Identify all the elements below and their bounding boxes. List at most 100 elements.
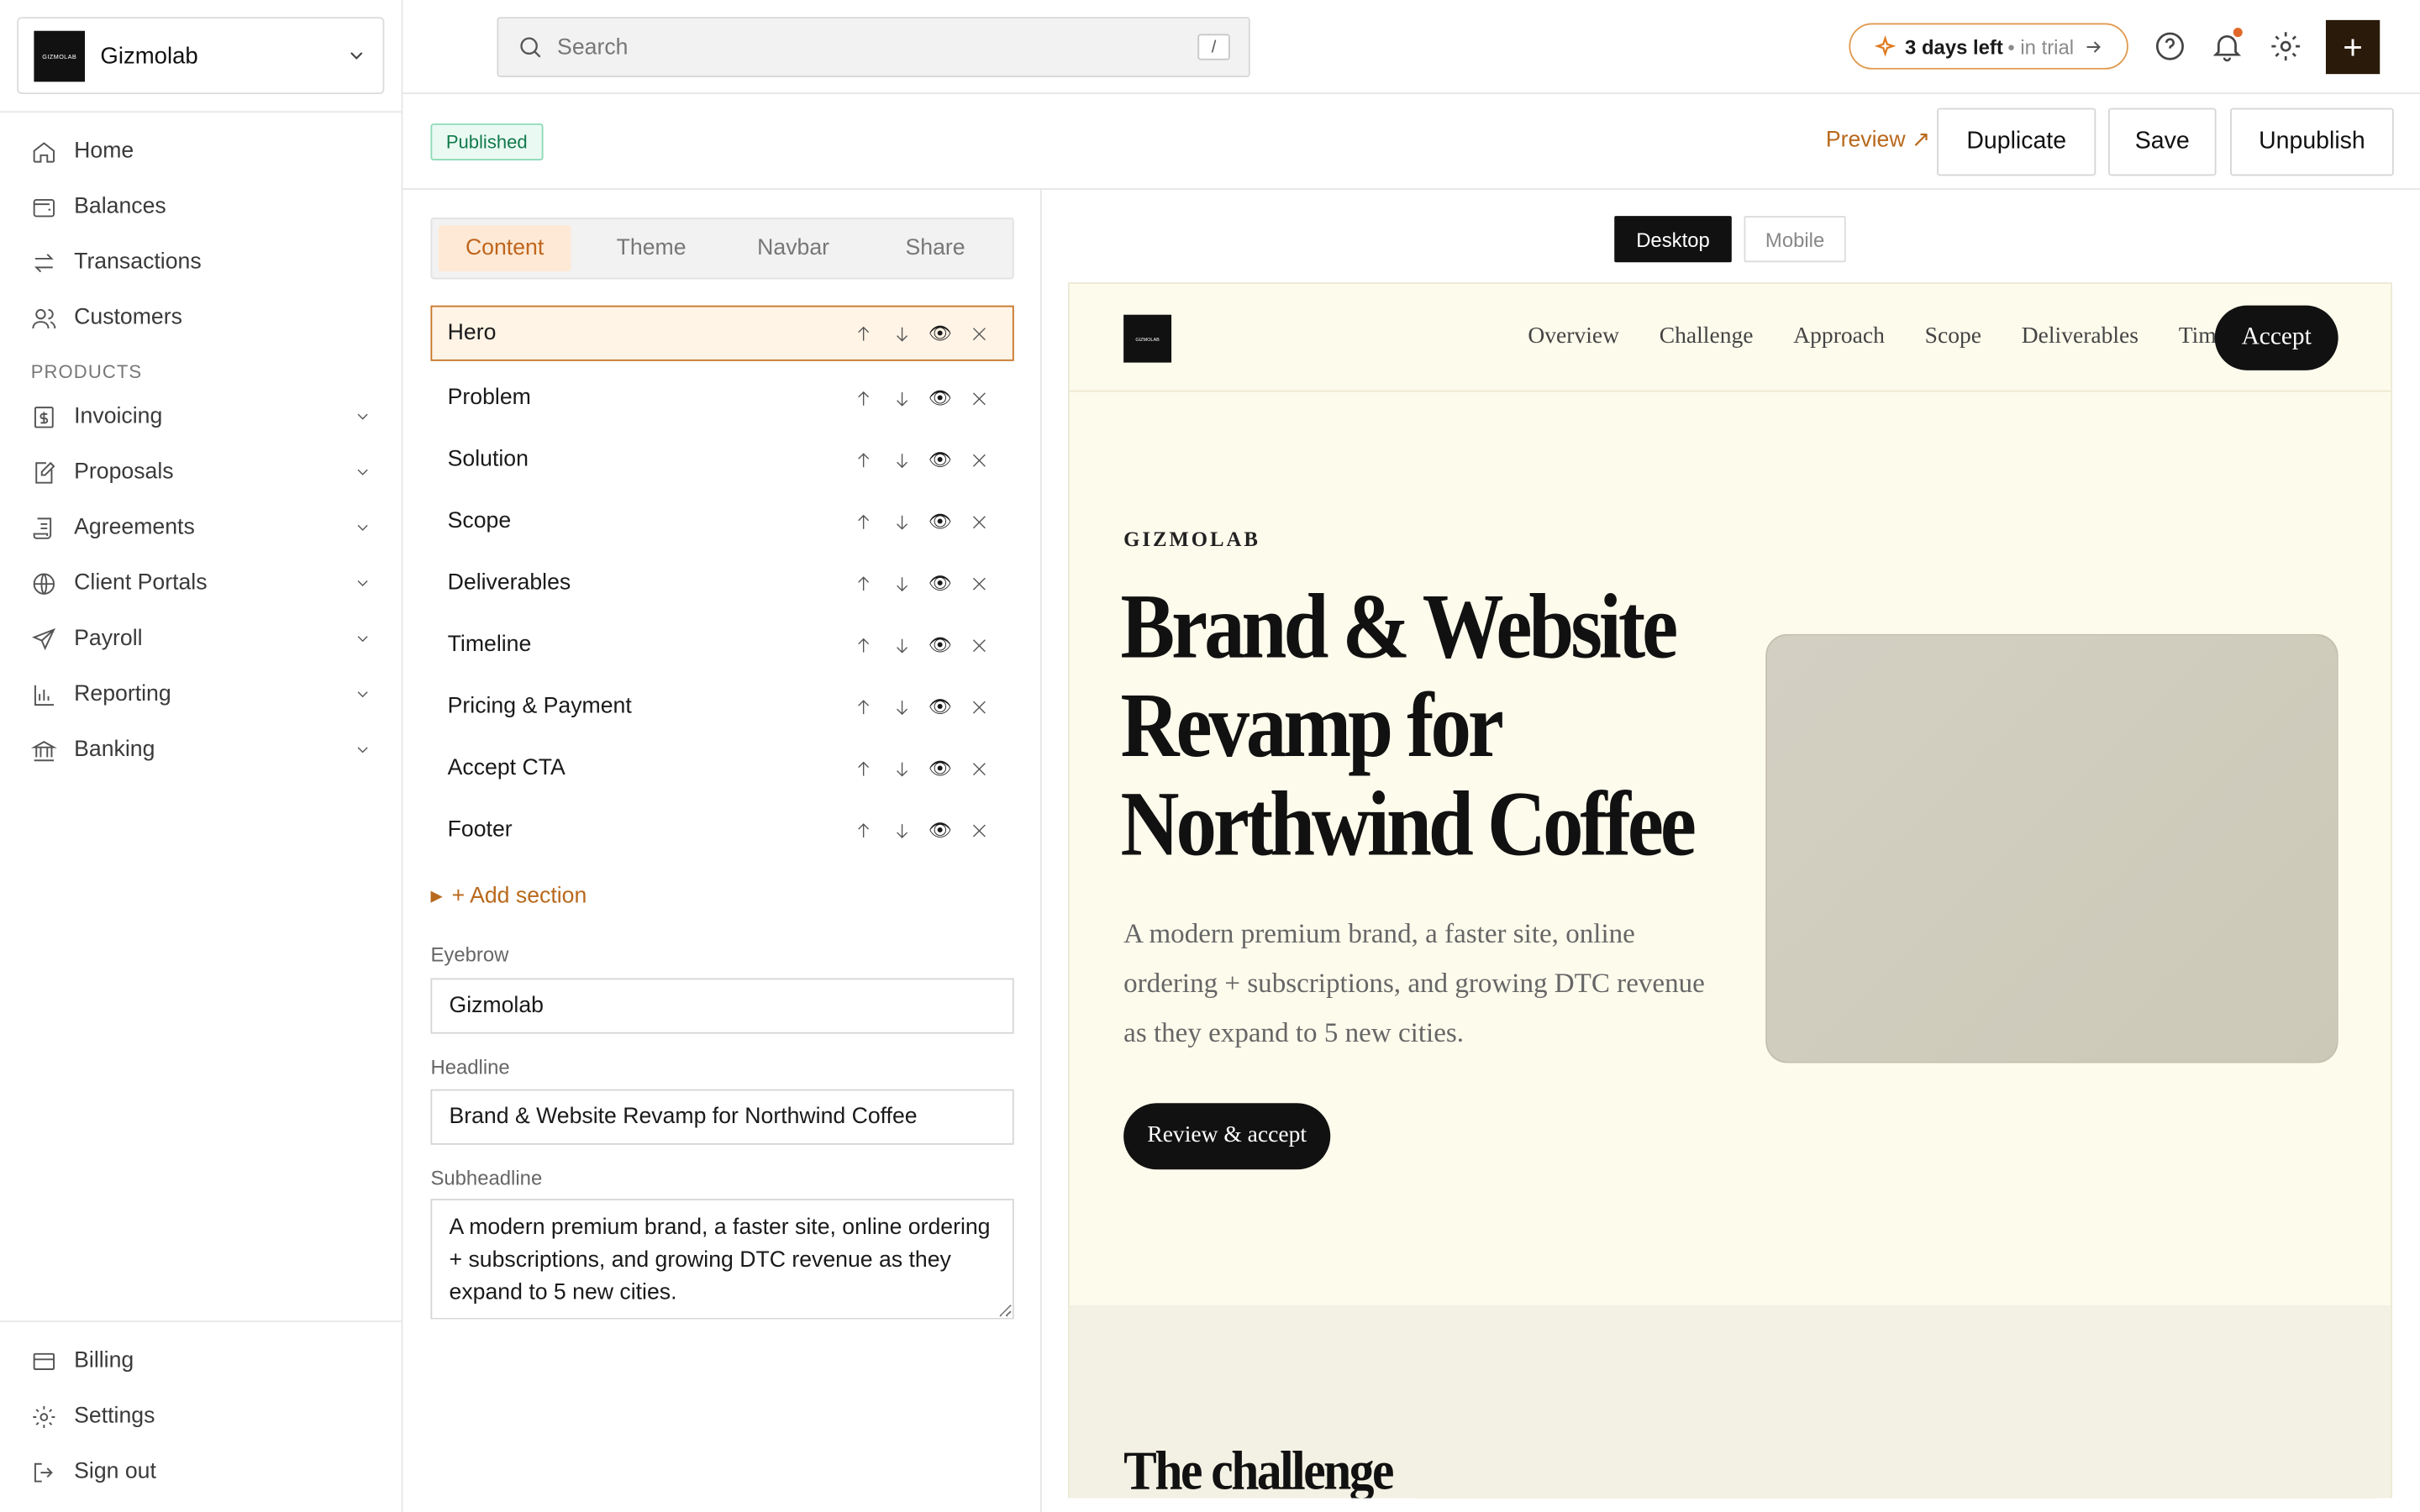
add-section-button[interactable]: ▶ + Add section <box>430 884 587 908</box>
remove-section-button[interactable] <box>960 811 997 848</box>
move-down-button[interactable] <box>883 315 920 352</box>
remove-section-button[interactable] <box>960 750 997 787</box>
eyebrow-input[interactable] <box>430 978 1014 1034</box>
sidebar-item-transactions[interactable]: Transactions <box>0 234 402 290</box>
notifications-button[interactable] <box>2210 28 2244 63</box>
arrow-up-icon <box>857 822 869 837</box>
visibility-toggle[interactable]: 👁 <box>922 564 959 601</box>
remove-section-button[interactable] <box>960 380 997 417</box>
visibility-toggle[interactable]: 👁 <box>922 315 959 352</box>
tab-share[interactable]: Share <box>865 225 1007 271</box>
visibility-toggle[interactable]: 👁 <box>922 811 959 848</box>
editor-toolbar: Published Preview ↗ Duplicate Save Unpub… <box>402 94 2420 190</box>
preview-link[interactable]: Preview ↗ <box>1826 128 1930 152</box>
remove-section-button[interactable] <box>960 503 997 540</box>
headline-input[interactable] <box>430 1089 1014 1145</box>
section-row[interactable]: Solution 👁 <box>430 429 1013 491</box>
preview-nav-link[interactable]: Approach <box>1793 324 1885 350</box>
move-up-button[interactable] <box>844 503 881 540</box>
save-button[interactable]: Save <box>2107 108 2217 176</box>
move-up-button[interactable] <box>844 627 881 664</box>
move-up-button[interactable] <box>844 380 881 417</box>
unpublish-button[interactable]: Unpublish <box>2230 108 2394 176</box>
section-row[interactable]: Pricing & Payment 👁 <box>430 675 1013 737</box>
desktop-toggle[interactable]: Desktop <box>1614 216 1732 263</box>
sidebar-item-balances[interactable]: Balances <box>0 179 402 234</box>
sidebar-item-proposals[interactable]: Proposals <box>0 444 402 500</box>
preview-nav-link[interactable]: Deliverables <box>2022 324 2139 350</box>
remove-section-button[interactable] <box>960 315 997 352</box>
sidebar-item-banking[interactable]: Banking <box>0 722 402 778</box>
move-down-button[interactable] <box>883 380 920 417</box>
section-row[interactable]: Scope 👁 <box>430 491 1013 552</box>
mobile-toggle[interactable]: Mobile <box>1744 216 1846 263</box>
section-row[interactable]: Hero 👁 <box>430 305 1014 361</box>
section-row[interactable]: Problem 👁 <box>430 367 1013 428</box>
preview-accept-button[interactable]: Accept <box>2214 305 2338 370</box>
visibility-toggle[interactable]: 👁 <box>922 380 959 417</box>
move-up-button[interactable] <box>844 750 881 787</box>
section-row[interactable]: Accept CTA 👁 <box>430 738 1013 799</box>
hero-image-placeholder <box>1765 633 2338 1063</box>
subheadline-textarea[interactable]: A modern premium brand, a faster site, o… <box>430 1199 1014 1320</box>
sidebar-item-home[interactable]: Home <box>0 123 402 179</box>
move-up-button[interactable] <box>844 811 881 848</box>
org-switcher[interactable]: GIZMOLAB Gizmolab <box>17 17 385 95</box>
move-down-button[interactable] <box>883 441 920 478</box>
sidebar-item-settings[interactable]: Settings <box>0 1389 402 1444</box>
sidebar-item-agreements[interactable]: Agreements <box>0 500 402 555</box>
search-input[interactable] <box>557 34 1198 60</box>
arrow-up-icon <box>857 575 869 591</box>
sidebar-item-customers[interactable]: Customers <box>0 290 402 345</box>
review-accept-button[interactable]: Review & accept <box>1123 1103 1331 1170</box>
duplicate-button[interactable]: Duplicate <box>1937 108 2096 176</box>
move-up-button[interactable] <box>844 441 881 478</box>
visibility-toggle[interactable]: 👁 <box>922 441 959 478</box>
arrow-up-icon <box>857 699 869 714</box>
move-up-button[interactable] <box>844 564 881 601</box>
help-button[interactable] <box>2153 29 2186 63</box>
sidebar-item-payroll[interactable]: Payroll <box>0 611 402 666</box>
preview-nav-link[interactable]: Scope <box>1925 324 1981 350</box>
sidebar-item-label: Client Portals <box>74 570 208 596</box>
sidebar-item-sign-out[interactable]: Sign out <box>0 1444 402 1499</box>
section-row[interactable]: Footer 👁 <box>430 799 1013 860</box>
tab-content[interactable]: Content <box>438 225 571 272</box>
sidebar-item-billing[interactable]: Billing <box>0 1333 402 1389</box>
remove-section-button[interactable] <box>960 441 997 478</box>
move-down-button[interactable] <box>883 564 920 601</box>
section-list: Hero 👁 Problem 👁 Solution 👁 Scope 👁 Deliverables… <box>430 305 1014 861</box>
move-down-button[interactable] <box>883 627 920 664</box>
move-down-button[interactable] <box>883 503 920 540</box>
move-up-button[interactable] <box>844 688 881 725</box>
visibility-toggle[interactable]: 👁 <box>922 688 959 725</box>
visibility-toggle[interactable]: 👁 <box>922 503 959 540</box>
eye-icon: 👁 <box>928 757 952 780</box>
arrows-icon <box>34 253 54 272</box>
arrow-down-icon <box>896 326 908 341</box>
section-row[interactable]: Timeline 👁 <box>430 614 1013 675</box>
visibility-toggle[interactable]: 👁 <box>922 627 959 664</box>
remove-section-button[interactable] <box>960 627 997 664</box>
gear-icon <box>2271 32 2301 60</box>
tab-theme[interactable]: Theme <box>581 225 723 271</box>
sidebar-item-reporting[interactable]: Reporting <box>0 666 402 722</box>
sidebar-item-client-portals[interactable]: Client Portals <box>0 555 402 611</box>
remove-section-button[interactable] <box>960 688 997 725</box>
preview-nav-link[interactable]: Overview <box>1528 324 1619 350</box>
move-down-button[interactable] <box>883 750 920 787</box>
section-row[interactable]: Deliverables 👁 <box>430 553 1013 614</box>
search-box[interactable]: / <box>497 17 1250 77</box>
move-down-button[interactable] <box>883 811 920 848</box>
trial-banner[interactable]: 3 days left • in trial <box>1849 23 2128 70</box>
move-up-button[interactable] <box>844 315 881 352</box>
visibility-toggle[interactable]: 👁 <box>922 750 959 787</box>
preview-nav-link[interactable]: Challenge <box>1660 324 1754 350</box>
section-row-label: Problem <box>447 386 531 411</box>
move-down-button[interactable] <box>883 688 920 725</box>
remove-section-button[interactable] <box>960 564 997 601</box>
settings-button[interactable] <box>2269 29 2302 63</box>
create-button[interactable]: + <box>2325 19 2381 75</box>
tab-navbar[interactable]: Navbar <box>723 225 865 271</box>
sidebar-item-invoicing[interactable]: Invoicing <box>0 389 402 444</box>
